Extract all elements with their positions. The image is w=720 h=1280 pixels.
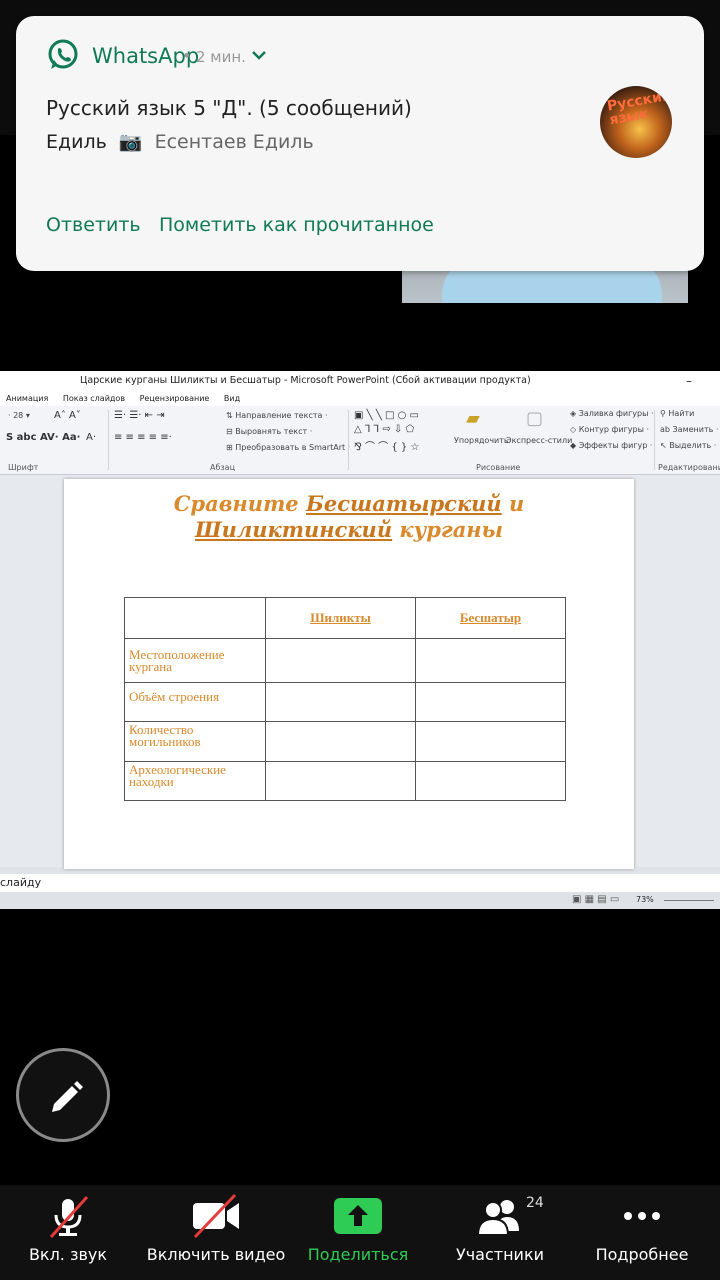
microphone-muted-icon	[49, 1195, 89, 1239]
table-cell[interactable]	[265, 638, 416, 683]
slide-title[interactable]: Сравните Бесшатырский и Шиликтинский кур…	[64, 491, 634, 543]
annotate-button[interactable]	[16, 1048, 110, 1142]
table-cell[interactable]	[415, 761, 566, 801]
more-dots-icon	[624, 1212, 660, 1220]
text-format-icons[interactable]: S abc AV· Aa·	[6, 432, 80, 443]
view-buttons[interactable]: ▣ ▦ ▤ ▭	[572, 894, 619, 905]
title-underlined-1: Бесшатырский	[305, 491, 502, 516]
shapes-gallery-row2[interactable]: △ ⅂ ⅂ ⇨ ⇩ ⬠	[354, 424, 414, 435]
shapes-gallery[interactable]: ▣ ╲ ╲ □ ○ ▭	[354, 410, 419, 421]
table-row: Археологические находки	[124, 761, 566, 801]
status-bar: ▣ ▦ ▤ ▭ 73%	[0, 892, 720, 909]
arrange-button[interactable]: Упорядочить	[454, 436, 509, 445]
shape-outline-button[interactable]: ◇ Контур фигуры ·	[570, 425, 649, 434]
tab-slideshow[interactable]: Показ слайдов	[63, 394, 125, 403]
table-cell[interactable]	[265, 761, 416, 801]
group-editing-label: Редактирование	[658, 463, 720, 472]
whatsapp-icon	[48, 39, 78, 69]
group-font-label: Шрифт	[8, 463, 39, 472]
font-size-select[interactable]: · 28 ▾	[8, 411, 30, 420]
message-preview: Есентаев Едиль	[154, 131, 314, 153]
table-cell[interactable]	[265, 721, 416, 762]
table-header-row: Шиликты Бесшатыр	[124, 597, 566, 639]
align-text-button[interactable]: ⊟ Выровнять текст ·	[226, 427, 312, 436]
find-button[interactable]: ⚲ Найти	[660, 409, 694, 418]
table-cell[interactable]	[415, 682, 566, 722]
notification-time: 2 мин.	[196, 48, 246, 66]
share-label: Поделиться	[307, 1245, 409, 1264]
group-avatar: Русский язык	[600, 86, 672, 158]
quick-styles-button[interactable]: Экспресс-стили	[506, 436, 572, 445]
table-cell[interactable]	[415, 721, 566, 762]
slide-canvas[interactable]: Сравните Бесшатырский и Шиликтинский кур…	[64, 479, 634, 869]
smartart-button[interactable]: ⊞ Преобразовать в SmartArt ·	[226, 443, 350, 452]
tab-animation[interactable]: Анимация	[6, 394, 48, 403]
align-icons[interactable]: ≡ ≡ ≡ ≡ ≡·	[114, 432, 172, 443]
participants-count: 24	[526, 1195, 544, 1211]
table-row: Количество могильников	[124, 721, 566, 762]
table-cell[interactable]	[415, 638, 566, 683]
row-label-finds: Археологические находки	[124, 761, 266, 801]
meeting-toolbar: Вкл. звук Включить видео Поделиться 24 У…	[0, 1185, 720, 1280]
arrange-icon[interactable]: ▰	[466, 408, 480, 429]
window-title-bar: Царские курганы Шиликты и Бесшатыр - Mic…	[0, 371, 720, 391]
zoom-level: 73%	[636, 895, 654, 904]
notification-title: Русский язык 5 "Д". (5 сообщений)	[46, 96, 412, 120]
video-camera-off-icon	[193, 1193, 239, 1239]
quick-styles-icon[interactable]: ▢	[526, 408, 543, 429]
notes-pane[interactable]: слайду	[0, 874, 720, 892]
whatsapp-notification[interactable]: WhatsApp • 2 мин. Русский язык 5 "Д". (5…	[16, 16, 704, 271]
title-underlined-2: Шиликтинский	[195, 517, 393, 542]
unmute-label: Вкл. звук	[28, 1245, 108, 1264]
notification-message: Едиль 📷 Есентаев Едиль	[46, 130, 314, 153]
ribbon-separator	[108, 410, 109, 470]
mark-as-read-button[interactable]: Пометить как прочитанное	[159, 214, 434, 236]
participants-label: Участники	[455, 1245, 545, 1264]
notes-text: слайду	[0, 876, 42, 889]
ribbon: · 28 ▾ A˄ A˅ S abc AV· Aa· A· Шрифт ☰· ☰…	[0, 406, 720, 475]
tab-view[interactable]: Вид	[224, 394, 240, 403]
grow-font-icon[interactable]: A˄ A˅	[54, 410, 81, 421]
text-direction-button[interactable]: ⇅ Направление текста ·	[226, 411, 328, 420]
minimize-button[interactable]: –	[686, 371, 692, 391]
table-header-besshatyr: Бесшатыр	[415, 597, 566, 639]
font-color-icon[interactable]: A·	[86, 432, 96, 443]
replace-button[interactable]: ab Заменить ·	[660, 425, 718, 434]
reply-button[interactable]: Ответить	[46, 214, 141, 236]
table-header-shilikty: Шиликты	[265, 597, 416, 639]
slide-work-area: Сравните Бесшатырский и Шиликтинский кур…	[0, 475, 720, 869]
participants-icon	[476, 1200, 519, 1236]
sender-name: Едиль	[46, 131, 107, 153]
shapes-gallery-row3[interactable]: ⅋ ⌒ ⌒ { } ☆	[354, 438, 419, 453]
share-arrow-icon	[334, 1198, 382, 1234]
select-button[interactable]: ↖ Выделить ·	[660, 441, 716, 450]
avatar-caption: Русский язык	[605, 87, 672, 129]
table-header-empty	[124, 597, 266, 639]
shape-effects-button[interactable]: ◆ Эффекты фигур ·	[570, 441, 652, 450]
table-row: Объём строения	[124, 682, 566, 722]
separator-dot: •	[182, 46, 192, 65]
table-row: Местоположение кургана	[124, 638, 566, 683]
ribbon-separator	[654, 410, 655, 470]
ribbon-tabs: Анимация Показ слайдов Рецензирование Ви…	[0, 391, 720, 406]
camera-icon: 📷	[118, 131, 143, 153]
row-label-volume: Объём строения	[124, 682, 266, 722]
more-label: Подробнее	[595, 1245, 689, 1264]
table-cell[interactable]	[265, 682, 416, 722]
zoom-slider[interactable]	[664, 900, 714, 901]
pencil-icon	[52, 1081, 83, 1112]
window-title: Царские курганы Шиликты и Бесшатыр - Mic…	[80, 375, 531, 386]
row-label-location: Местоположение кургана	[124, 638, 266, 683]
row-label-burials: Количество могильников	[124, 721, 266, 762]
ribbon-separator	[348, 410, 349, 470]
list-icons[interactable]: ☰· ☰· ⇤ ⇥	[114, 410, 165, 421]
group-paragraph-label: Абзац	[210, 463, 236, 472]
tab-review[interactable]: Рецензирование	[140, 394, 210, 403]
shape-fill-button[interactable]: ◈ Заливка фигуры ·	[570, 409, 654, 418]
comparison-table[interactable]: Шиликты Бесшатыр Местоположение кургана …	[124, 597, 566, 801]
chevron-down-icon[interactable]	[250, 46, 268, 64]
start-video-label: Включить видео	[146, 1245, 286, 1264]
shared-screen-powerpoint: Царские курганы Шиликты и Бесшатыр - Mic…	[0, 371, 720, 909]
group-drawing-label: Рисование	[476, 463, 521, 472]
